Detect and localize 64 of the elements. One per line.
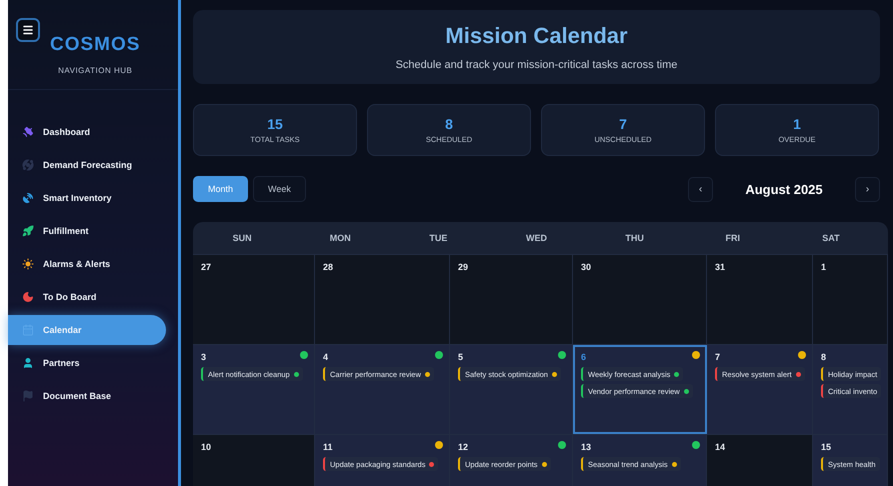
nav-label: Dashboard [43, 127, 90, 137]
day-cell[interactable]: 27 [193, 255, 315, 344]
day-cell[interactable]: 30 [573, 255, 707, 344]
day-number: 4 [323, 352, 330, 362]
day-number: 10 [201, 442, 212, 452]
day-number: 30 [581, 262, 592, 272]
day-number: 15 [821, 442, 832, 452]
day-cell[interactable]: 31 [707, 255, 813, 344]
nav-label: Smart Inventory [43, 193, 112, 203]
day-number: 31 [715, 262, 726, 272]
nav-label: To Do Board [43, 292, 96, 302]
day-number: 3 [201, 352, 208, 362]
nav-item[interactable]: Partners [8, 348, 166, 378]
day-number: 27 [201, 262, 212, 272]
weekday-label: WED [524, 233, 548, 244]
nav-item[interactable]: Fulfillment [8, 216, 166, 246]
day-number: 11 [323, 442, 334, 452]
stat-value: 8 [445, 116, 453, 132]
day-number: 12 [458, 442, 470, 452]
nav-label: Alarms & Alerts [43, 259, 110, 269]
day-number: 14 [715, 442, 726, 452]
day-cell[interactable]: 14 [707, 435, 813, 486]
day-number: 28 [323, 262, 334, 272]
day-number: 6 [581, 352, 588, 362]
brand-logo: COSMOS [50, 34, 140, 56]
day-cell[interactable]: 29 [450, 255, 573, 344]
day-number: 5 [458, 352, 464, 362]
weekday-label: SUN [232, 233, 253, 244]
weekday-label: SAT [821, 233, 841, 244]
weekday-label: TUE [428, 233, 448, 244]
day-number: 13 [581, 442, 592, 452]
day-number: 1 [821, 262, 828, 272]
nav-item[interactable]: Demand Forecasting [8, 150, 166, 180]
next-month-button[interactable]: › [855, 176, 880, 202]
weekday-label: MON [328, 233, 352, 244]
nav-item[interactable]: Document Base [8, 381, 166, 411]
view-toggle[interactable]: Week [253, 176, 306, 202]
page-title: Mission Calendar [445, 23, 628, 50]
previous-month-button[interactable]: ‹ [688, 176, 713, 202]
day-number: 8 [821, 352, 828, 362]
brand-subtitle: NAVIGATION HUB [58, 66, 132, 75]
menu-button[interactable] [16, 18, 40, 42]
page-subtitle: Schedule and track your mission-critical tasks across time [396, 59, 678, 72]
stat-value: 15 [267, 116, 283, 132]
stat-value: 1 [793, 116, 801, 132]
day-number: 7 [715, 352, 722, 362]
day-cell[interactable]: 28 [315, 255, 450, 344]
nav-label: Demand Forecasting [43, 160, 132, 170]
weekday-label: FRI [724, 233, 742, 244]
month-title: August 2025 [744, 182, 824, 197]
nav-label: Document Base [43, 391, 112, 401]
day-cell[interactable]: 10 [193, 435, 315, 486]
nav-label: Fulfillment [43, 226, 88, 236]
menu-icon [22, 24, 34, 36]
day-number: 29 [458, 262, 470, 272]
weekday-label: THU [624, 233, 645, 244]
stat-value: 7 [619, 116, 627, 132]
nav-item[interactable]: Alarms & Alerts [8, 249, 166, 279]
nav-label: Partners [43, 358, 80, 368]
nav-item[interactable]: Dashboard [8, 117, 166, 147]
nav-label: Calendar [43, 325, 82, 335]
day-cell[interactable]: 1 [813, 255, 888, 344]
nav-item[interactable]: Smart Inventory [8, 183, 166, 213]
nav-item[interactable]: To Do Board [8, 282, 166, 312]
